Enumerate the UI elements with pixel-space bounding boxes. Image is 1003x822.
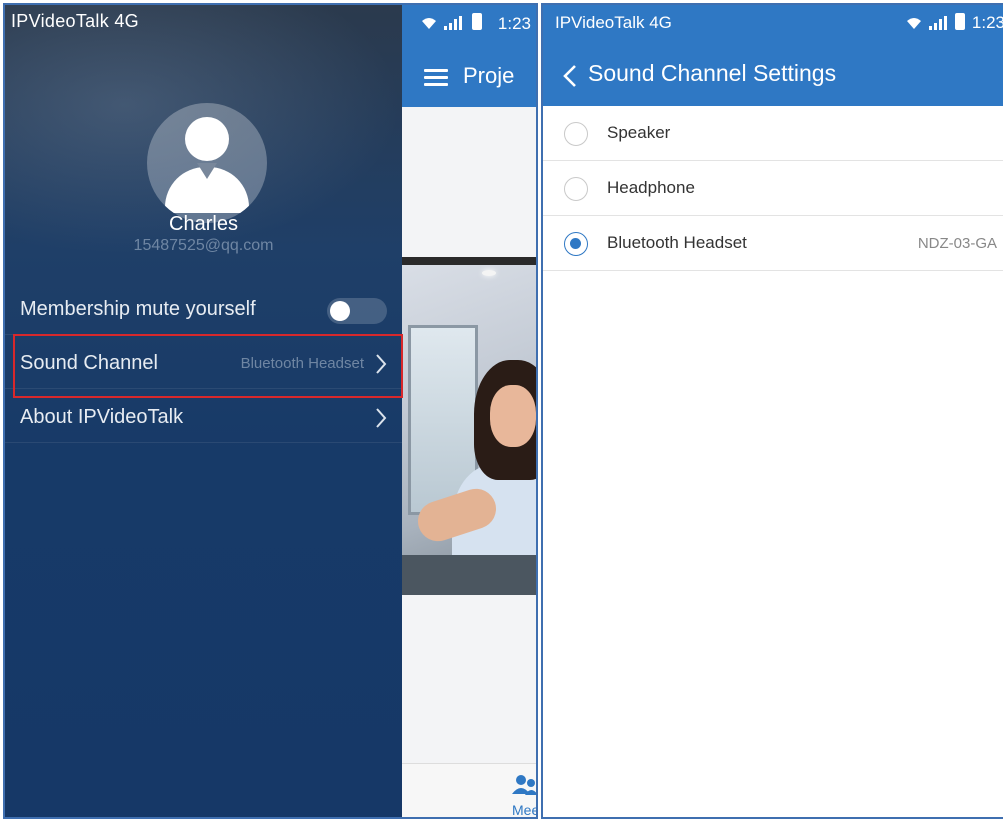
meeting-promo-image: [402, 265, 536, 595]
status-time: 1:23: [497, 14, 531, 33]
sound-channel-value: Bluetooth Headset: [240, 355, 364, 372]
option-headphone[interactable]: Headphone: [543, 161, 1003, 216]
option-speaker[interactable]: Speaker: [543, 106, 1003, 161]
radio-button[interactable]: [564, 122, 588, 146]
battery-icon: [472, 13, 482, 30]
drawer-item-label: Membership mute yourself: [20, 298, 256, 320]
left-phone-screen: 1:23 Proje Mee IPVideoTalk 4G Charles 15…: [3, 3, 538, 819]
option-bluetooth-headset[interactable]: Bluetooth Headset NDZ-03-GA: [543, 216, 1003, 271]
navigation-drawer: IPVideoTalk 4G Charles 15487525@qq.com M…: [5, 5, 402, 817]
drawer-item-mute-yourself: Membership mute yourself: [5, 285, 402, 335]
status-time: 1:23: [971, 13, 1003, 32]
drawer-item-sound-channel[interactable]: Sound Channel Bluetooth Headset: [5, 339, 402, 389]
option-label: Bluetooth Headset: [607, 233, 747, 252]
back-arrow-icon[interactable]: [559, 61, 581, 91]
avatar[interactable]: [147, 103, 267, 223]
mute-yourself-toggle[interactable]: [327, 298, 387, 324]
user-name: Charles: [169, 213, 238, 235]
bottom-tab-bar: Mee: [402, 763, 538, 818]
screenshot-stage: 1:23 Proje Mee IPVideoTalk 4G Charles 15…: [0, 0, 1003, 822]
status-carrier: IPVideoTalk 4G: [11, 11, 139, 31]
status-carrier: IPVideoTalk 4G: [555, 13, 672, 32]
radio-button-selected[interactable]: [564, 232, 588, 256]
page-title: Sound Channel Settings: [588, 60, 837, 86]
bluetooth-device-name: NDZ-03-GA: [917, 235, 997, 252]
chevron-right-icon: [376, 354, 387, 374]
app-status-bar: 1:23: [402, 5, 536, 43]
tab-meetings-label: Mee: [512, 802, 538, 818]
battery-icon: [955, 13, 965, 30]
option-label: Speaker: [607, 123, 671, 142]
app-page-title: Proje: [463, 63, 515, 88]
user-email: 15487525@qq.com: [133, 237, 274, 254]
people-icon: [512, 775, 536, 795]
hamburger-menu-icon[interactable]: [424, 69, 448, 87]
option-label: Headphone: [607, 178, 695, 197]
chevron-right-icon: [376, 408, 387, 428]
video-top-strip: [402, 257, 536, 265]
wifi-signal-icon: [907, 16, 947, 30]
right-phone-screen: IPVideoTalk 4G 1:23 Sound Channel Settin…: [541, 3, 1003, 819]
drawer-item-label: Sound Channel: [20, 352, 158, 374]
drawer-item-label: About IPVideoTalk: [20, 406, 184, 428]
status-bar: IPVideoTalk 4G 1:23: [543, 5, 1003, 43]
tab-meetings[interactable]: Mee: [506, 772, 538, 818]
radio-button[interactable]: [564, 177, 588, 201]
wifi-signal-icon: [422, 16, 462, 30]
drawer-item-about[interactable]: About IPVideoTalk: [5, 393, 402, 443]
